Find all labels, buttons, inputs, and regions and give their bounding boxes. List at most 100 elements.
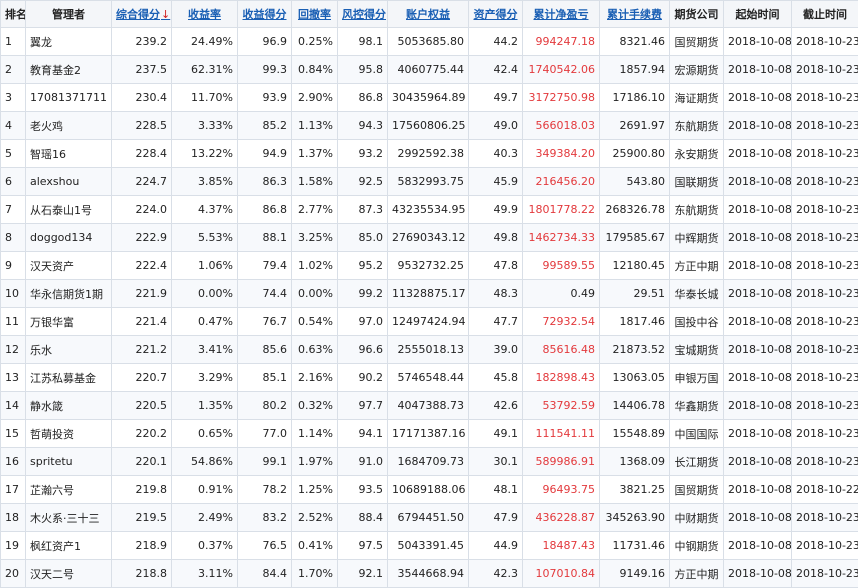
- cell-score: 237.5: [112, 56, 172, 84]
- cell-equity: 6794451.50: [388, 504, 469, 532]
- cell-fees: 13063.05: [600, 364, 670, 392]
- cell-risk-score: 93.2: [338, 140, 388, 168]
- cell-asset-score: 47.8: [469, 252, 523, 280]
- cell-return-rate: 0.65%: [172, 420, 238, 448]
- cell-return-score: 78.2: [238, 476, 292, 504]
- column-header-return-rate[interactable]: 收益率: [172, 1, 238, 28]
- cell-asset-score: 48.3: [469, 280, 523, 308]
- cell-start: 2018-10-08: [724, 280, 792, 308]
- column-header-score[interactable]: 综合得分↓: [112, 1, 172, 28]
- cell-rank: 13: [1, 364, 26, 392]
- column-header-label: 回撤率: [298, 8, 331, 21]
- cell-equity: 1684709.73: [388, 448, 469, 476]
- column-header-fees[interactable]: 累计手续费: [600, 1, 670, 28]
- cell-score: 222.4: [112, 252, 172, 280]
- cell-drawdown: 1.02%: [292, 252, 338, 280]
- table-row: 16spritetu220.154.86%99.11.97%91.0168470…: [1, 448, 858, 476]
- cell-end: 2018-10-23: [792, 56, 858, 84]
- cell-manager: alexshou: [26, 168, 112, 196]
- column-header-company: 期货公司: [670, 1, 724, 28]
- cell-risk-score: 95.2: [338, 252, 388, 280]
- cell-risk-score: 96.6: [338, 336, 388, 364]
- cell-asset-score: 47.9: [469, 504, 523, 532]
- cell-fees: 21873.52: [600, 336, 670, 364]
- cell-manager: 17081371711: [26, 84, 112, 112]
- table-body: 1翼龙239.224.49%96.90.25%98.15053685.8044.…: [1, 28, 858, 588]
- cell-net-pnl: 96493.75: [523, 476, 600, 504]
- sort-arrow-icon[interactable]: ↓: [161, 8, 170, 21]
- column-header-asset-score[interactable]: 资产得分: [469, 1, 523, 28]
- cell-end: 2018-10-23: [792, 420, 858, 448]
- cell-manager: 老火鸡: [26, 112, 112, 140]
- cell-company: 方正中期: [670, 560, 724, 588]
- cell-return-score: 99.3: [238, 56, 292, 84]
- column-header-risk-score[interactable]: 风控得分: [338, 1, 388, 28]
- cell-manager: spritetu: [26, 448, 112, 476]
- cell-return-score: 96.9: [238, 28, 292, 56]
- cell-net-pnl: 99589.55: [523, 252, 600, 280]
- cell-score: 228.4: [112, 140, 172, 168]
- cell-start: 2018-10-08: [724, 560, 792, 588]
- cell-company: 国贸期货: [670, 476, 724, 504]
- cell-return-score: 76.7: [238, 308, 292, 336]
- cell-asset-score: 42.4: [469, 56, 523, 84]
- column-header-return-score[interactable]: 收益得分: [238, 1, 292, 28]
- cell-fees: 345263.90: [600, 504, 670, 532]
- cell-rank: 2: [1, 56, 26, 84]
- cell-return-score: 74.4: [238, 280, 292, 308]
- cell-return-rate: 1.35%: [172, 392, 238, 420]
- header-row: 排名管理者综合得分↓收益率收益得分回撤率风控得分账户权益资产得分累计净盈亏累计手…: [1, 1, 858, 28]
- cell-net-pnl: 566018.03: [523, 112, 600, 140]
- cell-equity: 5746548.44: [388, 364, 469, 392]
- cell-fees: 2691.97: [600, 112, 670, 140]
- table-row: 317081371711230.411.70%93.92.90%86.83043…: [1, 84, 858, 112]
- cell-return-score: 93.9: [238, 84, 292, 112]
- cell-return-rate: 0.91%: [172, 476, 238, 504]
- cell-equity: 2992592.38: [388, 140, 469, 168]
- cell-score: 228.5: [112, 112, 172, 140]
- cell-equity: 17560806.25: [388, 112, 469, 140]
- cell-return-score: 84.4: [238, 560, 292, 588]
- cell-end: 2018-10-22: [792, 476, 858, 504]
- cell-end: 2018-10-23: [792, 168, 858, 196]
- cell-score: 218.9: [112, 532, 172, 560]
- cell-asset-score: 49.8: [469, 224, 523, 252]
- cell-return-score: 99.1: [238, 448, 292, 476]
- cell-drawdown: 1.97%: [292, 448, 338, 476]
- cell-end: 2018-10-23: [792, 196, 858, 224]
- cell-fees: 17186.10: [600, 84, 670, 112]
- cell-manager: 木火系·三十三: [26, 504, 112, 532]
- cell-risk-score: 92.1: [338, 560, 388, 588]
- column-header-label: 综合得分: [116, 8, 160, 21]
- cell-return-score: 80.2: [238, 392, 292, 420]
- cell-return-rate: 3.41%: [172, 336, 238, 364]
- cell-company: 宝城期货: [670, 336, 724, 364]
- cell-drawdown: 0.63%: [292, 336, 338, 364]
- cell-net-pnl: 85616.48: [523, 336, 600, 364]
- cell-equity: 5053685.80: [388, 28, 469, 56]
- cell-return-score: 83.2: [238, 504, 292, 532]
- column-header-equity[interactable]: 账户权益: [388, 1, 469, 28]
- cell-rank: 11: [1, 308, 26, 336]
- cell-start: 2018-10-08: [724, 448, 792, 476]
- cell-return-rate: 24.49%: [172, 28, 238, 56]
- column-header-end: 截止时间: [792, 1, 858, 28]
- column-header-label: 收益率: [188, 8, 221, 21]
- column-header-drawdown[interactable]: 回撤率: [292, 1, 338, 28]
- cell-risk-score: 93.5: [338, 476, 388, 504]
- cell-company: 申银万国: [670, 364, 724, 392]
- cell-end: 2018-10-23: [792, 224, 858, 252]
- cell-end: 2018-10-23: [792, 308, 858, 336]
- cell-rank: 6: [1, 168, 26, 196]
- cell-equity: 3544668.94: [388, 560, 469, 588]
- cell-end: 2018-10-23: [792, 252, 858, 280]
- cell-net-pnl: 589986.91: [523, 448, 600, 476]
- column-header-net-pnl[interactable]: 累计净盈亏: [523, 1, 600, 28]
- cell-drawdown: 0.00%: [292, 280, 338, 308]
- cell-fees: 11731.46: [600, 532, 670, 560]
- cell-equity: 9532732.25: [388, 252, 469, 280]
- cell-fees: 14406.78: [600, 392, 670, 420]
- column-header-manager: 管理者: [26, 1, 112, 28]
- ranking-table: 排名管理者综合得分↓收益率收益得分回撤率风控得分账户权益资产得分累计净盈亏累计手…: [0, 0, 858, 588]
- cell-company: 方正中期: [670, 252, 724, 280]
